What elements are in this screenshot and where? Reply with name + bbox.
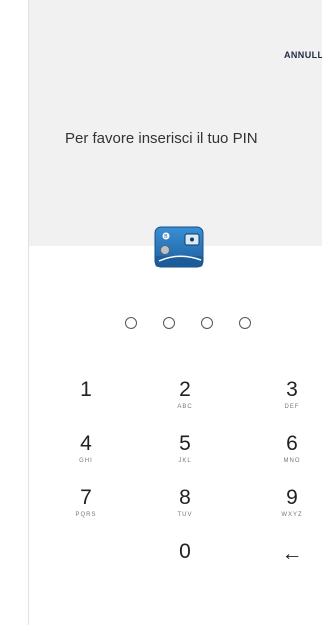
- pin-dot: [239, 317, 251, 329]
- key-letters: ABC: [177, 404, 193, 410]
- key-digit: 4: [80, 432, 92, 455]
- pin-screen: ANNULLA Per favore inserisci il tuo PIN …: [29, 0, 322, 625]
- backspace-button[interactable]: ←: [262, 542, 322, 582]
- key-digit: 2: [179, 378, 191, 401]
- key-letters: WXYZ: [281, 512, 303, 518]
- key-letters: TUV: [177, 512, 193, 518]
- key-3[interactable]: 3 DEF: [262, 378, 322, 418]
- key-digit: 6: [286, 432, 298, 455]
- key-6[interactable]: 6 MNO: [262, 432, 322, 472]
- key-4[interactable]: 4 GHI: [56, 432, 116, 472]
- pin-dot: [201, 317, 213, 329]
- key-digit: 1: [80, 378, 92, 401]
- key-7[interactable]: 7 PQRS: [56, 486, 116, 526]
- key-digit: 3: [286, 378, 298, 401]
- pin-dot: [163, 317, 175, 329]
- key-digit: 8: [179, 486, 191, 509]
- key-digit: 5: [179, 432, 191, 455]
- key-2[interactable]: 2 ABC: [155, 378, 215, 418]
- key-letters: DEF: [284, 404, 300, 410]
- key-1[interactable]: 1: [56, 378, 116, 418]
- pin-indicator: [125, 317, 255, 333]
- key-letters: MNO: [283, 458, 301, 464]
- key-digit: 0: [179, 540, 191, 563]
- key-9[interactable]: 9 WXYZ: [262, 486, 322, 526]
- left-edge: [0, 0, 29, 625]
- key-0[interactable]: 0: [155, 540, 215, 580]
- key-letters: GHI: [79, 458, 93, 464]
- header: ANNULLA Per favore inserisci il tuo PIN: [29, 0, 322, 246]
- cancel-button[interactable]: ANNULLA: [284, 50, 322, 60]
- pin-dot: [125, 317, 137, 329]
- key-digit: 9: [286, 486, 298, 509]
- key-8[interactable]: 8 TUV: [155, 486, 215, 526]
- page-title: Per favore inserisci il tuo PIN: [65, 130, 258, 147]
- key-letters: JKL: [178, 458, 192, 464]
- wallet-icon: B: [154, 226, 204, 268]
- key-digit: 7: [80, 486, 92, 509]
- backspace-arrow-icon: ←: [281, 542, 303, 565]
- key-letters: PQRS: [75, 512, 97, 518]
- key-5[interactable]: 5 JKL: [155, 432, 215, 472]
